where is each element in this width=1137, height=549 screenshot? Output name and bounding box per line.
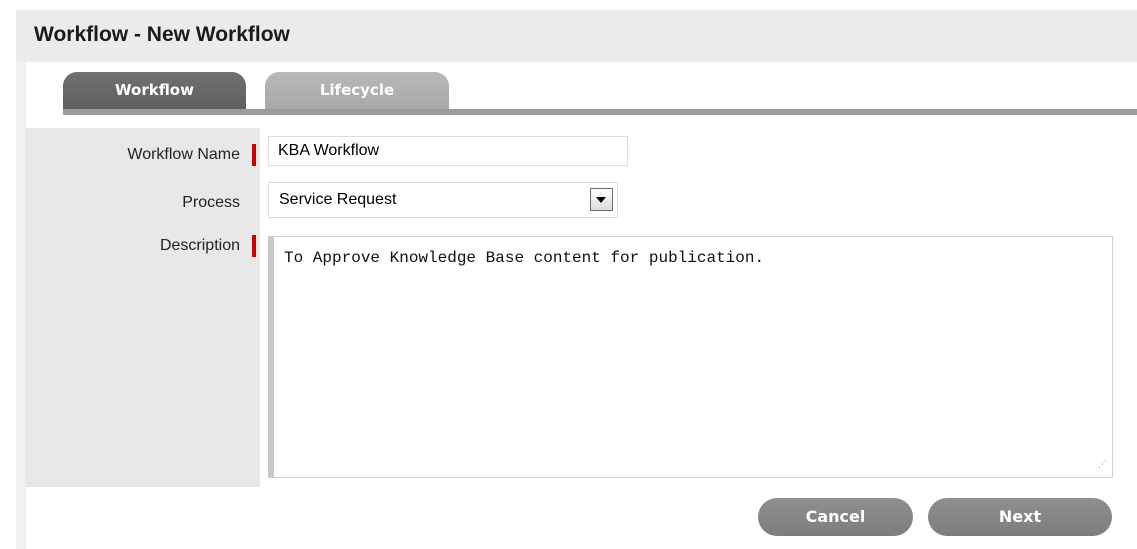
tab-bar: Workflow Lifecycle: [16, 72, 1137, 116]
workflow-name-input[interactable]: KBA Workflow: [268, 136, 628, 166]
workflow-page: Workflow - New Workflow Workflow Lifecyc…: [16, 10, 1137, 549]
process-label: Process: [182, 194, 240, 211]
cancel-button[interactable]: Cancel: [758, 498, 913, 536]
page-title: Workflow - New Workflow: [34, 23, 290, 46]
next-button[interactable]: Next: [928, 498, 1112, 536]
description-text: To Approve Knowledge Base content for pu…: [284, 249, 765, 267]
workflow-name-label: Workflow Name: [127, 146, 240, 163]
description-textarea[interactable]: To Approve Knowledge Base content for pu…: [268, 236, 1113, 478]
required-marker: [252, 144, 256, 166]
form-label-column: Workflow Name Process Description: [25, 128, 260, 487]
tab-lifecycle[interactable]: Lifecycle: [265, 72, 449, 109]
dropdown-button[interactable]: [590, 188, 613, 211]
tab-underline: [63, 109, 1137, 115]
chevron-down-icon: [596, 197, 606, 203]
page-header: Workflow - New Workflow: [16, 10, 1137, 62]
resize-grip-icon[interactable]: ⋰: [1098, 461, 1108, 473]
process-select-value: Service Request: [279, 191, 397, 208]
tab-workflow[interactable]: Workflow: [63, 72, 246, 109]
process-select[interactable]: Service Request: [268, 182, 618, 218]
required-marker: [252, 235, 256, 257]
description-label: Description: [159, 237, 240, 254]
